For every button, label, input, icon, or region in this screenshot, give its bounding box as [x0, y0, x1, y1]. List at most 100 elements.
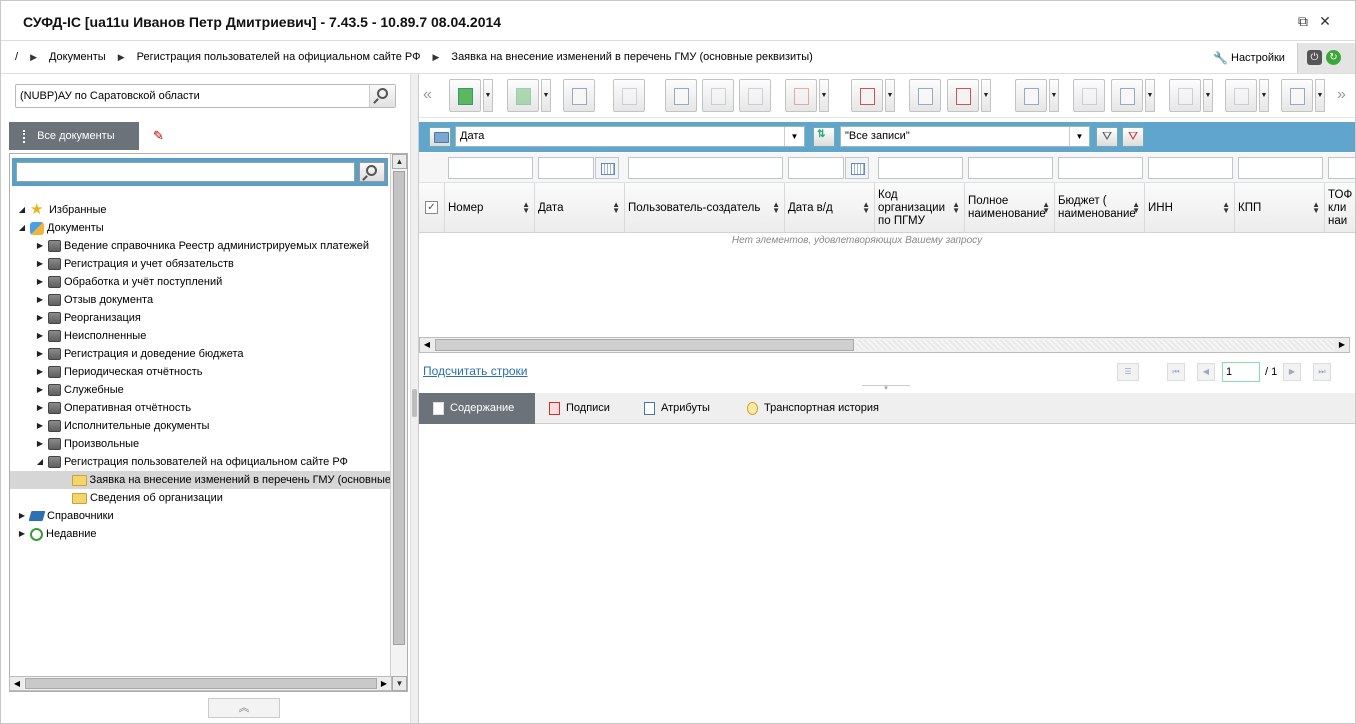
toolbar-button[interactable] — [739, 79, 771, 112]
scroll-track[interactable] — [856, 340, 1334, 350]
tree-item-registration-users[interactable]: ◢ Регистрация пользователей на официальн… — [34, 453, 348, 471]
prev-page-icon[interactable]: ◀ — [1197, 363, 1215, 381]
sort-arrows-icon[interactable]: ▲ ▼ — [952, 201, 960, 215]
tree-item-favorites[interactable]: ◢ ★ Избранные — [16, 201, 107, 219]
select-all-cell[interactable]: ✓ — [419, 183, 445, 233]
collapsed-arrow-icon[interactable]: ▶ — [34, 273, 46, 291]
scroll-up-icon[interactable]: ▲ — [392, 154, 407, 169]
collapsed-arrow-icon[interactable]: ▶ — [16, 507, 28, 525]
collapsed-arrow-icon[interactable]: ▶ — [34, 381, 46, 399]
records-filter-select[interactable]: "Все записи" ▼ — [840, 126, 1090, 147]
filter-tof-input[interactable] — [1328, 157, 1355, 179]
tree-item-document-category[interactable]: ▶ Регистрация и учет обязательств — [34, 255, 234, 273]
toolbar-button[interactable] — [909, 79, 941, 112]
toolbar-dropdown-icon[interactable]: ▼ — [981, 79, 991, 112]
column-header[interactable]: ИНН ▲ ▼ — [1145, 183, 1235, 233]
toolbar-dropdown-icon[interactable]: ▼ — [1315, 79, 1325, 112]
tree-item-document-category[interactable]: ▶ Служебные — [34, 381, 124, 399]
count-rows-link[interactable]: Подсчитать строки — [423, 364, 528, 378]
calendar-icon[interactable] — [595, 157, 619, 179]
toolbar-button[interactable] — [1073, 79, 1105, 112]
collapsed-arrow-icon[interactable]: ▶ — [34, 255, 46, 273]
toolbar-dropdown-icon[interactable]: ▼ — [1259, 79, 1269, 112]
toolbar-button[interactable] — [449, 79, 481, 112]
scroll-right-icon[interactable]: ▶ — [1335, 338, 1349, 352]
toolbar-button[interactable] — [613, 79, 645, 112]
filter-budget-input[interactable] — [1058, 157, 1143, 179]
tree-item-document-category[interactable]: ▶ Реорганизация — [34, 309, 141, 327]
tree-item-documents[interactable]: ◢ Документы — [16, 219, 104, 237]
last-page-icon[interactable]: ⏭ — [1313, 363, 1331, 381]
filter-number-input[interactable] — [448, 157, 533, 179]
collapsed-arrow-icon[interactable]: ▶ — [34, 399, 46, 417]
tab-signatures[interactable]: Подписи — [535, 393, 624, 424]
tree-search-input[interactable] — [16, 162, 355, 182]
grid-horizontal-scrollbar[interactable]: ◀ ▶ — [419, 337, 1350, 353]
sort-order-button[interactable]: ⇅ — [813, 127, 835, 147]
sort-arrows-icon[interactable]: ▲ ▼ — [522, 201, 530, 215]
toolbar-dropdown-icon[interactable]: ▼ — [1203, 79, 1213, 112]
tree-search-button[interactable] — [359, 162, 385, 182]
sort-arrows-icon[interactable]: ▲ ▼ — [1132, 201, 1140, 215]
toolbar-button[interactable] — [1111, 79, 1143, 112]
toolbar-button[interactable] — [665, 79, 697, 112]
filter-inn-input[interactable] — [1148, 157, 1233, 179]
calendar-icon[interactable] — [845, 157, 869, 179]
toolbar-dropdown-icon[interactable]: ▼ — [885, 79, 895, 112]
toolbar-scroll-left-icon[interactable]: « — [423, 86, 432, 104]
tree-item-change-request[interactable]: Заявка на внесение изменений в перечень … — [10, 471, 391, 489]
sort-arrows-icon[interactable]: ▲ ▼ — [1042, 201, 1050, 215]
expanded-arrow-icon[interactable]: ◢ — [16, 201, 28, 219]
filter-kpp-input[interactable] — [1238, 157, 1323, 179]
tree-item-org-info[interactable]: Сведения об организации — [70, 489, 223, 507]
toolbar-dropdown-icon[interactable]: ▼ — [1145, 79, 1155, 112]
tree-item-document-category[interactable]: ▶ Произвольные — [34, 435, 139, 453]
tree-item-recent[interactable]: ▶ Недавние — [16, 525, 97, 543]
bottom-panel-resize-grip[interactable]: ▾ — [862, 385, 910, 392]
toolbar-button[interactable] — [563, 79, 595, 112]
toolbar-button[interactable] — [1169, 79, 1201, 112]
tree-item-document-category[interactable]: ▶ Неисполненные — [34, 327, 146, 345]
toolbar-button[interactable] — [1015, 79, 1047, 112]
toolbar-dropdown-icon[interactable]: ▼ — [1049, 79, 1059, 112]
toolbar-dropdown-icon[interactable]: ▼ — [819, 79, 829, 112]
column-header[interactable]: КПП ▲ ▼ — [1235, 183, 1325, 233]
filter-date-input[interactable] — [538, 157, 594, 179]
tree-item-document-category[interactable]: ▶ Ведение справочника Реестр администриру… — [34, 237, 369, 255]
sort-arrows-icon[interactable]: ▲ ▼ — [612, 201, 620, 215]
scroll-right-icon[interactable]: ▶ — [377, 677, 391, 690]
tab-attributes[interactable]: Атрибуты — [630, 393, 724, 424]
sort-arrows-icon[interactable]: ▲ ▼ — [862, 201, 870, 215]
filter-full-name-input[interactable] — [968, 157, 1053, 179]
breadcrumb-item-registration[interactable]: Регистрация пользователей на официальном… — [137, 51, 421, 63]
tree-item-document-category[interactable]: ▶ Обработка и учёт поступлений — [34, 273, 222, 291]
tab-all-documents[interactable]: Все документы — [9, 122, 139, 150]
breadcrumb-item-documents[interactable]: Документы — [49, 51, 106, 63]
tree-vertical-scrollbar[interactable]: ▲ ▼ — [390, 154, 407, 691]
column-header[interactable]: Полное наименование ▲ ▼ — [965, 183, 1055, 233]
collapsed-arrow-icon[interactable]: ▶ — [34, 237, 46, 255]
tree-item-document-category[interactable]: ▶ Регистрация и доведение бюджета — [34, 345, 244, 363]
collapsed-arrow-icon[interactable]: ▶ — [34, 435, 46, 453]
collapsed-arrow-icon[interactable]: ▶ — [34, 417, 46, 435]
filter-creator-input[interactable] — [628, 157, 783, 179]
folder-filter-button[interactable] — [429, 127, 451, 147]
column-header[interactable]: Пользователь-создатель ▲ ▼ — [625, 183, 785, 233]
scroll-thumb[interactable] — [435, 339, 854, 351]
tab-content[interactable]: Содержание — [419, 393, 535, 424]
collapsed-arrow-icon[interactable]: ▶ — [34, 327, 46, 345]
column-header[interactable]: Дата в/д ▲ ▼ — [785, 183, 875, 233]
scroll-left-icon[interactable]: ◀ — [10, 677, 24, 690]
toolbar-button[interactable] — [947, 79, 979, 112]
tree-item-document-category[interactable]: ▶ Исполнительные документы — [34, 417, 209, 435]
columns-config-icon[interactable]: ☰ — [1117, 363, 1139, 381]
tree-item-references[interactable]: ▶ Справочники — [16, 507, 114, 525]
expanded-arrow-icon[interactable]: ◢ — [16, 219, 28, 237]
collapse-panel-button[interactable]: ︽ — [208, 698, 280, 718]
splitter-grip[interactable] — [412, 389, 417, 417]
scroll-down-icon[interactable]: ▼ — [392, 676, 407, 691]
column-header[interactable]: Бюджет ( наименование ▲ ▼ — [1055, 183, 1145, 233]
column-header[interactable]: Дата ▲ ▼ — [535, 183, 625, 233]
refresh-icon[interactable]: ↻ — [1326, 50, 1341, 65]
sort-arrows-icon[interactable]: ▲ ▼ — [1312, 201, 1320, 215]
